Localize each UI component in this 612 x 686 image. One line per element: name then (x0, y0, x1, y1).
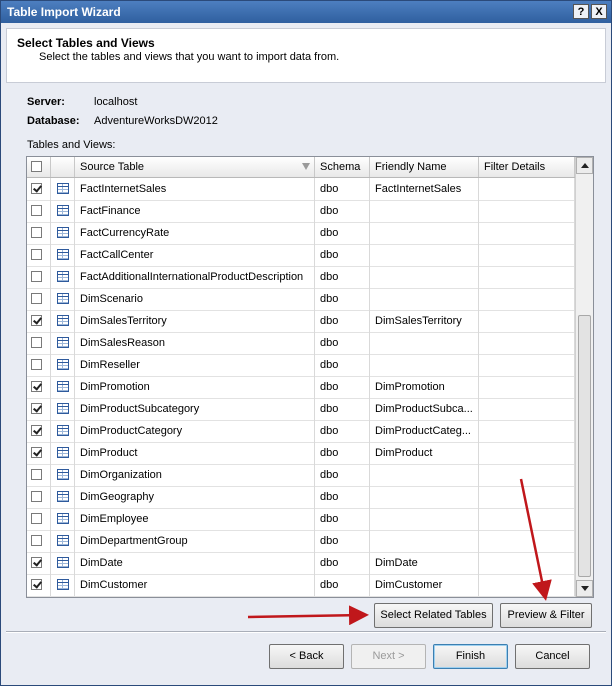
arrow-to-select-related (247, 605, 369, 626)
annotation-arrows (247, 478, 552, 626)
arrow-to-preview-filter (519, 478, 552, 601)
